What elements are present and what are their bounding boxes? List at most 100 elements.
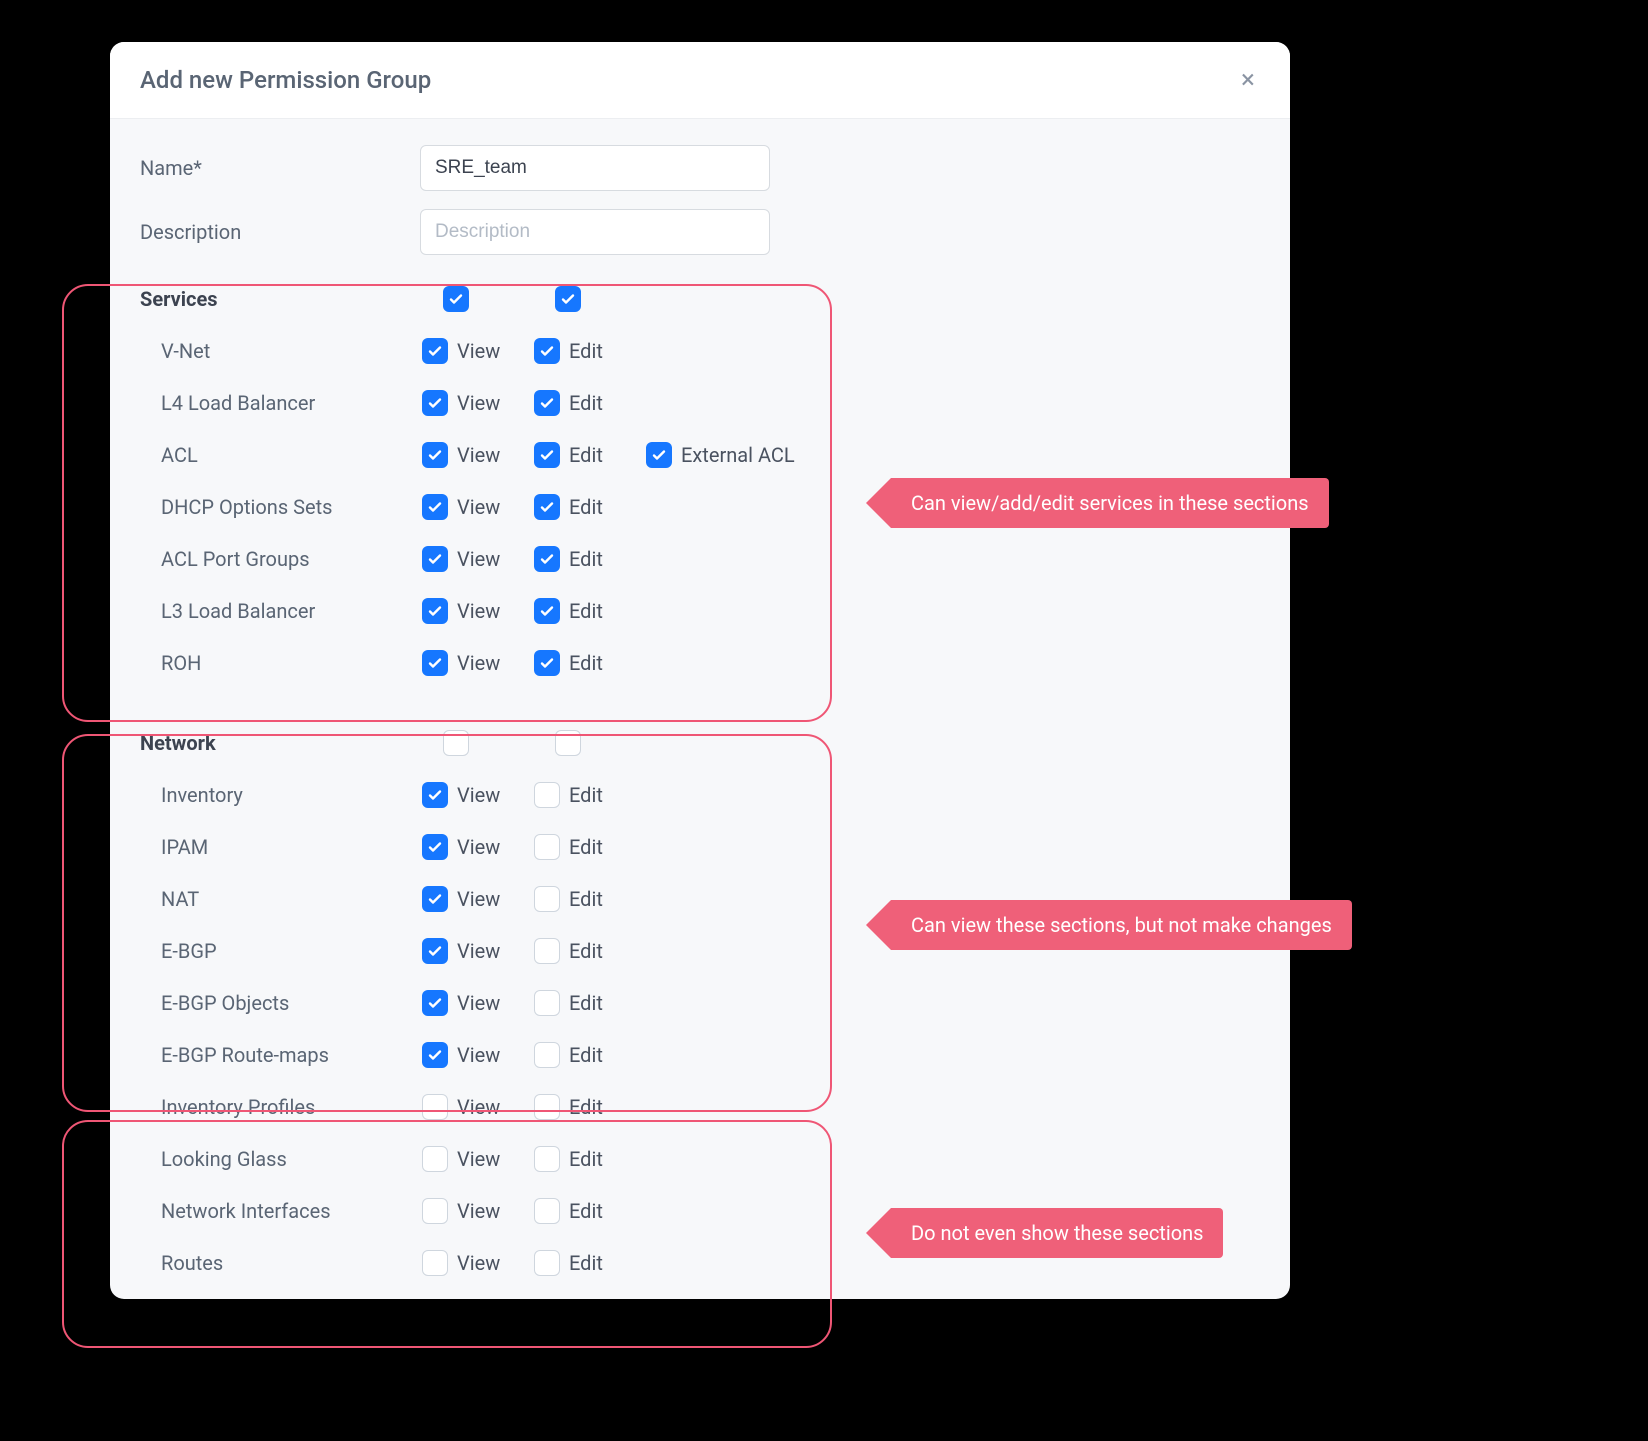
edit-checkbox[interactable] (534, 938, 560, 964)
view-label: View (457, 991, 500, 1015)
view-label: View (457, 1251, 500, 1275)
edit-checkbox[interactable] (534, 1250, 560, 1276)
permission-row: Inventory Profiles View Edit (140, 1081, 1260, 1133)
callout-services: Can view/add/edit services in these sect… (866, 478, 1329, 528)
edit-checkbox[interactable] (534, 598, 560, 624)
modal-body: Name* Description Services V-Net View Edit L… (110, 119, 1290, 1299)
view-checkbox[interactable] (422, 390, 448, 416)
view-label: View (457, 547, 500, 571)
edit-checkbox[interactable] (534, 1146, 560, 1172)
section-edit-checkbox[interactable] (555, 286, 581, 312)
edit-label: Edit (569, 1199, 603, 1223)
view-label: View (457, 939, 500, 963)
edit-checkbox[interactable] (534, 390, 560, 416)
view-checkbox[interactable] (422, 1042, 448, 1068)
permission-name: DHCP Options Sets (140, 495, 422, 519)
edit-checkbox[interactable] (534, 1094, 560, 1120)
edit-label: Edit (569, 547, 603, 571)
callout-hidden: Do not even show these sections (866, 1208, 1223, 1258)
view-label: View (457, 339, 500, 363)
section-name: Network (140, 731, 443, 755)
permission-row: IPAMViewEdit (140, 821, 1260, 873)
permission-row: ROHViewEdit (140, 637, 1260, 689)
edit-checkbox[interactable] (534, 1042, 560, 1068)
section-view-checkbox[interactable] (443, 730, 469, 756)
callout-text: Can view these sections, but not make ch… (891, 900, 1352, 950)
edit-checkbox[interactable] (534, 338, 560, 364)
permission-name: Inventory Profiles (140, 1095, 422, 1119)
view-label: View (457, 1095, 500, 1119)
edit-label: Edit (569, 495, 603, 519)
view-checkbox[interactable] (422, 1250, 448, 1276)
edit-checkbox[interactable] (534, 782, 560, 808)
permission-row: Looking GlassViewEdit (140, 1133, 1260, 1185)
permission-row: E-BGP Route-maps View Edit (140, 1029, 1260, 1081)
view-label: View (457, 783, 500, 807)
description-label: Description (140, 220, 420, 244)
close-icon[interactable]: × (1236, 68, 1260, 92)
edit-checkbox[interactable] (534, 546, 560, 572)
view-checkbox[interactable] (422, 886, 448, 912)
view-label: View (457, 1043, 500, 1067)
view-checkbox[interactable] (422, 338, 448, 364)
view-label: View (457, 443, 500, 467)
permission-row: Inventory View Edit (140, 769, 1260, 821)
permission-name: V-Net (140, 339, 422, 363)
edit-label: Edit (569, 991, 603, 1015)
view-checkbox[interactable] (422, 546, 448, 572)
name-label: Name* (140, 156, 420, 180)
external-acl-checkbox[interactable] (646, 442, 672, 468)
view-checkbox[interactable] (422, 1094, 448, 1120)
edit-checkbox[interactable] (534, 886, 560, 912)
view-label: View (457, 599, 500, 623)
view-label: View (457, 495, 500, 519)
view-checkbox[interactable] (422, 598, 448, 624)
description-input[interactable] (420, 209, 770, 255)
view-checkbox[interactable] (422, 1198, 448, 1224)
modal-title: Add new Permission Group (140, 66, 431, 94)
section-view-checkbox[interactable] (443, 286, 469, 312)
callout-text: Do not even show these sections (891, 1208, 1223, 1258)
permission-name: Looking Glass (140, 1147, 422, 1171)
section-edit-checkbox[interactable] (555, 730, 581, 756)
permission-name: E-BGP Route-maps (140, 1043, 422, 1067)
view-checkbox[interactable] (422, 938, 448, 964)
edit-label: Edit (569, 1043, 603, 1067)
edit-checkbox[interactable] (534, 442, 560, 468)
view-checkbox[interactable] (422, 990, 448, 1016)
permission-group-modal: Add new Permission Group × Name* Descrip… (110, 42, 1290, 1299)
edit-label: Edit (569, 599, 603, 623)
section-header: Network (140, 717, 1260, 769)
edit-label: Edit (569, 835, 603, 859)
name-input[interactable] (420, 145, 770, 191)
permission-row: V-NetViewEdit (140, 325, 1260, 377)
permission-name: Inventory (140, 783, 422, 807)
view-checkbox[interactable] (422, 782, 448, 808)
view-checkbox[interactable] (422, 834, 448, 860)
permission-row: E-BGP ObjectsViewEdit (140, 977, 1260, 1029)
permission-name: L4 Load Balancer (140, 391, 422, 415)
permission-row: L3 Load BalancerViewEdit (140, 585, 1260, 637)
callout-view-only: Can view these sections, but not make ch… (866, 900, 1352, 950)
callout-arrow-icon (866, 1208, 891, 1258)
edit-checkbox[interactable] (534, 494, 560, 520)
edit-label: Edit (569, 783, 603, 807)
edit-checkbox[interactable] (534, 990, 560, 1016)
edit-checkbox[interactable] (534, 1198, 560, 1224)
view-label: View (457, 391, 500, 415)
callout-arrow-icon (866, 478, 891, 528)
edit-label: Edit (569, 887, 603, 911)
form-row-name: Name* (140, 145, 1260, 191)
edit-checkbox[interactable] (534, 650, 560, 676)
modal-header: Add new Permission Group × (110, 42, 1290, 119)
section-name: Services (140, 287, 443, 311)
view-label: View (457, 835, 500, 859)
view-checkbox[interactable] (422, 1146, 448, 1172)
view-checkbox[interactable] (422, 650, 448, 676)
permission-row: ACLViewEditExternal ACL (140, 429, 1260, 481)
view-checkbox[interactable] (422, 494, 448, 520)
edit-label: Edit (569, 1095, 603, 1119)
view-checkbox[interactable] (422, 442, 448, 468)
edit-checkbox[interactable] (534, 834, 560, 860)
permission-name: NAT (140, 887, 422, 911)
